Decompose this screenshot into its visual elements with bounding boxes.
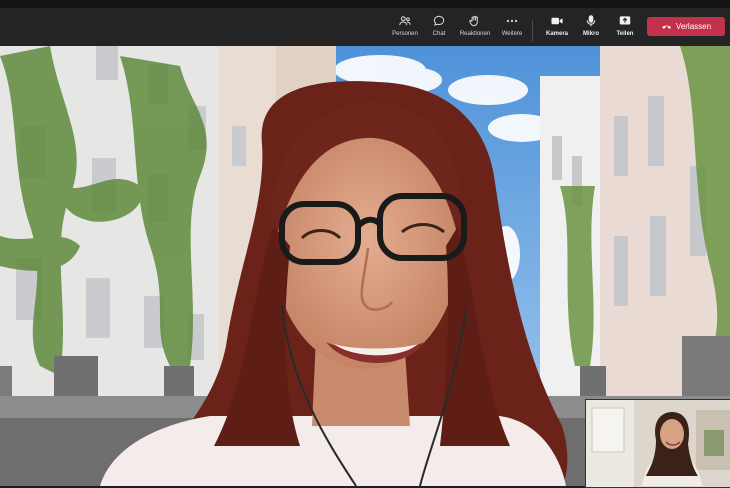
- window-title-strip: [0, 0, 730, 8]
- chat-button[interactable]: Chat: [419, 11, 459, 43]
- camera-icon: [551, 17, 563, 25]
- people-icon: [399, 16, 411, 26]
- leave-button[interactable]: Verlassen: [647, 17, 725, 36]
- meeting-toolbar: Personen Chat Reaktionen Weitere Kamera …: [0, 8, 730, 46]
- share-icon: [619, 16, 631, 25]
- chat-label: Chat: [432, 31, 446, 37]
- reactions-label: Reaktionen: [459, 31, 491, 37]
- more-label: Weitere: [501, 31, 523, 37]
- camera-label: Kamera: [545, 31, 568, 37]
- self-view-video[interactable]: [585, 399, 730, 488]
- more-button[interactable]: Weitere: [492, 11, 532, 43]
- reactions-icon: [469, 15, 478, 27]
- people-label: Personen: [392, 31, 418, 37]
- chat-icon: [433, 15, 445, 26]
- self-view-feed: [586, 400, 730, 487]
- phone-hangup-icon: [662, 25, 671, 29]
- toolbar-divider: [532, 20, 533, 42]
- microphone-icon: [586, 15, 596, 27]
- share-button[interactable]: Teilen: [605, 11, 645, 43]
- mic-label: Mikro: [582, 31, 599, 37]
- share-label: Teilen: [616, 31, 634, 37]
- more-icon: [506, 19, 518, 23]
- leave-label: Verlassen: [675, 22, 712, 31]
- reactions-button[interactable]: Reaktionen: [455, 11, 495, 43]
